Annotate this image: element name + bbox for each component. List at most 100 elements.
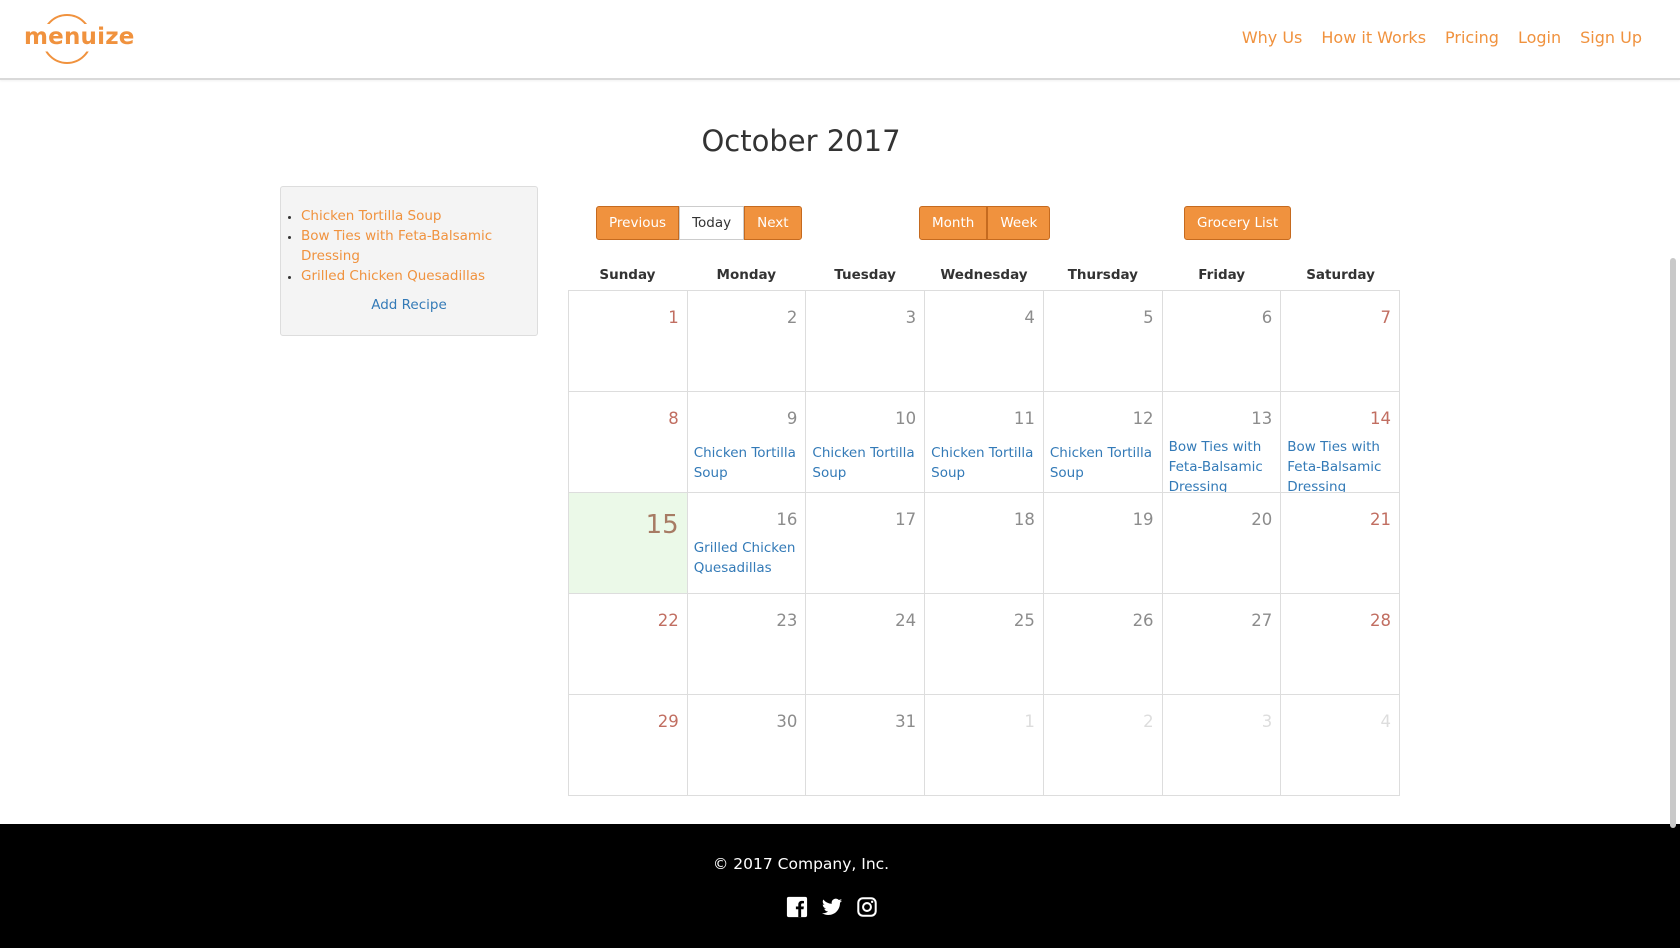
nav-link-pricing[interactable]: Pricing — [1445, 28, 1499, 47]
weekday-label: Wednesday — [940, 267, 1028, 283]
calendar: Sunday Monday Tuesday Wednesday Thursday… — [568, 262, 1400, 796]
recipe-link[interactable]: Grilled Chicken Quesadillas — [301, 268, 485, 284]
calendar-event[interactable]: Chicken Tortilla Soup — [931, 443, 1035, 483]
day-number: 12 — [1132, 409, 1154, 428]
day-number: 3 — [905, 308, 917, 327]
calendar-day[interactable]: 27 — [1162, 594, 1282, 695]
day-number: 31 — [895, 712, 917, 731]
recipe-list: Chicken Tortilla Soup Bow Ties with Feta… — [301, 206, 537, 286]
calendar-day[interactable]: 13 Bow Ties with Feta-Balsamic Dressing — [1162, 392, 1282, 493]
calendar-day[interactable]: 17 — [806, 493, 926, 594]
day-number: 22 — [657, 611, 679, 630]
weekday-label: Monday — [716, 267, 777, 283]
weekday-label: Friday — [1198, 267, 1246, 283]
recipe-link[interactable]: Chicken Tortilla Soup — [301, 208, 441, 224]
page-scrollbar[interactable] — [1670, 258, 1676, 828]
day-number: 25 — [1013, 611, 1035, 630]
day-number: 18 — [1013, 510, 1035, 529]
day-number: 30 — [776, 712, 798, 731]
calendar-event[interactable]: Grilled Chicken Quesadillas — [694, 538, 798, 578]
calendar-day[interactable]: 2 — [1043, 695, 1163, 796]
day-number: 24 — [895, 611, 917, 630]
page-title: October 2017 — [701, 124, 901, 158]
week-view-button[interactable]: Week — [987, 206, 1051, 240]
add-recipe-link[interactable]: Add Recipe — [281, 297, 537, 313]
calendar-day[interactable]: 28 — [1281, 594, 1400, 695]
day-number: 2 — [786, 308, 798, 327]
day-number: 28 — [1370, 611, 1391, 630]
calendar-day[interactable]: 2 — [687, 291, 807, 392]
day-number: 1 — [1024, 712, 1035, 731]
calendar-day[interactable]: 21 — [1281, 493, 1400, 594]
weekday-header: Sunday Monday Tuesday Wednesday Thursday… — [568, 262, 1400, 290]
nav-links: Why Us How it Works Pricing Login Sign U… — [1242, 28, 1642, 47]
nav-link-why-us[interactable]: Why Us — [1242, 28, 1303, 47]
calendar-day[interactable]: 12 Chicken Tortilla Soup — [1043, 392, 1163, 493]
day-number: 17 — [895, 510, 917, 529]
day-number: 1 — [668, 308, 679, 327]
facebook-icon[interactable] — [786, 896, 808, 918]
month-view-button[interactable]: Month — [919, 206, 988, 240]
recipe-sidebar: Chicken Tortilla Soup Bow Ties with Feta… — [280, 186, 538, 336]
logo-text: menuize — [24, 24, 135, 50]
next-button[interactable]: Next — [744, 206, 802, 240]
calendar-day[interactable]: 4 — [1281, 695, 1400, 796]
calendar-event[interactable]: Chicken Tortilla Soup — [812, 443, 916, 483]
recipe-list-item: Grilled Chicken Quesadillas — [301, 266, 537, 286]
calendar-day[interactable]: 7 — [1281, 291, 1400, 392]
calendar-day[interactable]: 1 — [925, 695, 1044, 796]
instagram-icon[interactable] — [856, 896, 878, 918]
day-number: 3 — [1261, 712, 1273, 731]
day-number: 15 — [645, 510, 679, 540]
calendar-day[interactable]: 22 — [569, 594, 688, 695]
grocery-button-group: Grocery List — [1184, 206, 1292, 240]
calendar-day[interactable]: 9 Chicken Tortilla Soup — [687, 392, 807, 493]
calendar-day[interactable]: 30 — [687, 695, 807, 796]
copyright-wrapper: © 2017 Company, Inc. — [0, 854, 1680, 873]
today-button[interactable]: Today — [679, 206, 745, 240]
calendar-event[interactable]: Chicken Tortilla Soup — [694, 443, 798, 483]
calendar-day[interactable]: 8 — [569, 392, 688, 493]
weekday-label: Thursday — [1067, 267, 1138, 283]
day-number: 27 — [1251, 611, 1273, 630]
calendar-event[interactable]: Bow Ties with Feta-Balsamic Dressing — [1169, 437, 1273, 492]
nav-link-how-it-works[interactable]: How it Works — [1321, 28, 1426, 47]
day-number: 14 — [1370, 409, 1391, 428]
calendar-day[interactable]: 20 — [1162, 493, 1282, 594]
calendar-day[interactable]: 19 — [1043, 493, 1163, 594]
grocery-list-button[interactable]: Grocery List — [1184, 206, 1292, 240]
day-number: 4 — [1380, 712, 1392, 731]
calendar-day[interactable]: 25 — [925, 594, 1044, 695]
view-button-group: Month Week — [919, 206, 1051, 240]
calendar-day[interactable]: 10 Chicken Tortilla Soup — [806, 392, 926, 493]
calendar-day[interactable]: 24 — [806, 594, 926, 695]
nav-link-login[interactable]: Login — [1518, 28, 1561, 47]
calendar-day[interactable]: 4 — [925, 291, 1044, 392]
calendar-day[interactable]: 14 Bow Ties with Feta-Balsamic Dressing — [1281, 392, 1400, 493]
calendar-day[interactable]: 31 — [806, 695, 926, 796]
calendar-day[interactable]: 6 — [1162, 291, 1282, 392]
nav-link-sign-up[interactable]: Sign Up — [1580, 28, 1642, 47]
twitter-icon[interactable] — [821, 896, 843, 918]
day-number: 10 — [895, 409, 917, 428]
calendar-day[interactable]: 11 Chicken Tortilla Soup — [925, 392, 1044, 493]
calendar-day[interactable]: 26 — [1043, 594, 1163, 695]
calendar-day[interactable]: 3 — [1162, 695, 1282, 796]
recipe-link[interactable]: Bow Ties with Feta-Balsamic Dressing — [301, 228, 492, 264]
calendar-event[interactable]: Chicken Tortilla Soup — [1050, 443, 1154, 483]
day-number: 6 — [1261, 308, 1273, 327]
calendar-day[interactable]: 29 — [569, 695, 688, 796]
calendar-day[interactable]: 5 — [1043, 291, 1163, 392]
calendar-day[interactable]: 16 Grilled Chicken Quesadillas — [687, 493, 807, 594]
calendar-day[interactable]: 23 — [687, 594, 807, 695]
calendar-day-today[interactable]: 15 — [569, 493, 688, 594]
previous-button[interactable]: Previous — [596, 206, 680, 240]
calendar-day[interactable]: 18 — [925, 493, 1044, 594]
calendar-day[interactable]: 3 — [806, 291, 926, 392]
day-number: 2 — [1143, 712, 1154, 731]
menuize-logo[interactable]: menuize — [22, 14, 134, 66]
calendar-event[interactable]: Bow Ties with Feta-Balsamic Dressing — [1287, 437, 1391, 492]
weekday-label: Tuesday — [834, 267, 896, 283]
calendar-day[interactable]: 1 — [569, 291, 688, 392]
copyright-text: © 2017 Company, Inc. — [712, 855, 890, 873]
